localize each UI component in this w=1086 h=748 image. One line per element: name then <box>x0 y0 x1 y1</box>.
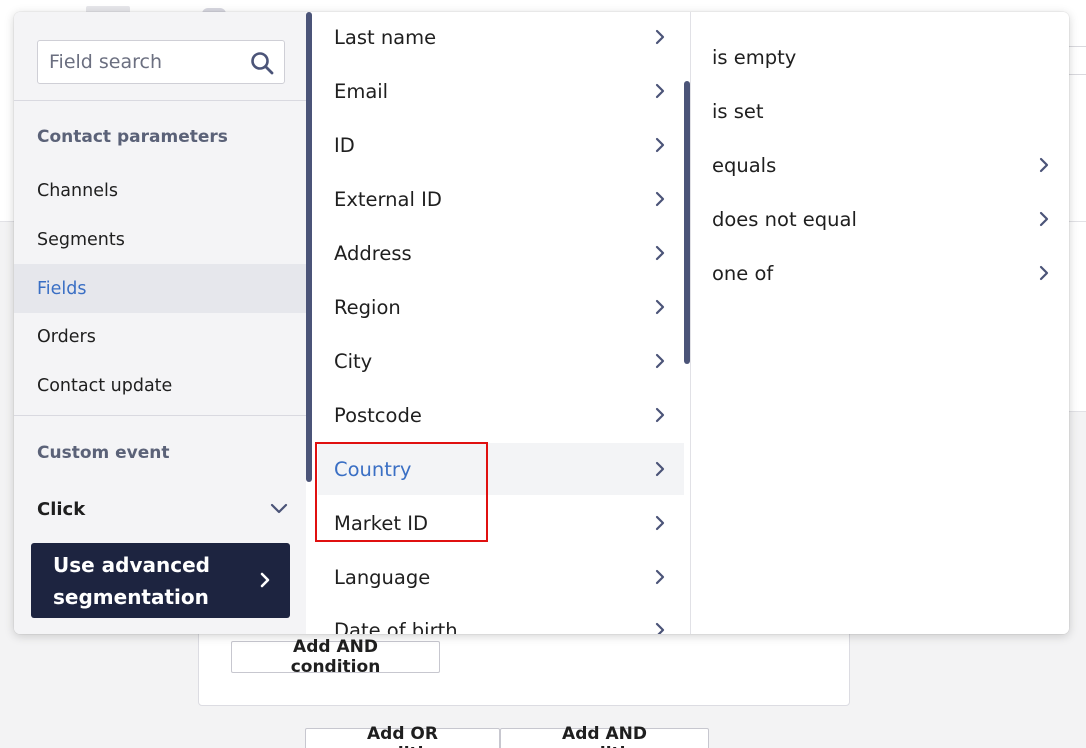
operator-label: one of <box>712 261 774 285</box>
sidebar-item-label: Orders <box>37 326 96 347</box>
operator-label: does not equal <box>712 207 857 231</box>
field-label: Language <box>334 565 431 589</box>
field-label: Market ID <box>334 511 428 535</box>
field-label: ID <box>334 133 355 157</box>
custom-event-heading: Custom event <box>37 443 170 463</box>
field-item-country[interactable]: Country <box>318 443 684 495</box>
sidebar-item-channels[interactable]: Channels <box>14 166 306 215</box>
search-icon[interactable] <box>250 51 274 75</box>
background-panel <box>1068 222 1086 412</box>
field-item-email[interactable]: Email <box>318 65 684 117</box>
operator-is-empty[interactable]: is empty <box>692 31 1069 83</box>
sidebar-item-label: Fields <box>37 278 87 299</box>
add-or-condition-button[interactable]: Add OR condition <box>305 724 500 748</box>
sidebar-item-label: Contact update <box>37 375 173 396</box>
chevron-right-icon <box>655 245 665 261</box>
field-search-input[interactable] <box>38 41 238 83</box>
chevron-right-icon <box>655 407 665 423</box>
field-item-external-id[interactable]: External ID <box>318 173 684 225</box>
field-item-date-of-birth[interactable]: Date of birth <box>318 604 684 634</box>
field-label: City <box>334 349 373 373</box>
operators-panel: is empty is set equals does not equal on… <box>692 12 1069 634</box>
chevron-down-icon <box>270 503 288 514</box>
advanced-button-label-line2: segmentation <box>53 585 209 609</box>
background-divider <box>1068 46 1086 47</box>
add-and-condition-button[interactable]: Add AND condition <box>500 724 709 748</box>
chevron-right-icon <box>260 572 270 588</box>
use-advanced-segmentation-button[interactable]: Use advanced segmentation <box>31 543 290 618</box>
chevron-right-icon <box>655 29 665 45</box>
operator-label: equals <box>712 153 777 177</box>
operator-equals[interactable]: equals <box>692 139 1069 191</box>
field-label: Email <box>334 79 389 103</box>
field-label: Last name <box>334 25 437 49</box>
field-item-city[interactable]: City <box>318 335 684 387</box>
sidebar-item-label: Channels <box>37 180 118 201</box>
field-item-postcode[interactable]: Postcode <box>318 389 684 441</box>
field-label: Date of birth <box>334 618 458 635</box>
field-item-address[interactable]: Address <box>318 227 684 279</box>
fields-scrollbar[interactable] <box>684 81 690 364</box>
chevron-right-icon <box>655 461 665 477</box>
divider <box>14 415 306 416</box>
field-label: Address <box>334 241 412 265</box>
field-label: Postcode <box>334 403 422 427</box>
field-item-last-name[interactable]: Last name <box>318 12 684 63</box>
field-picker-popup: Contact parameters Channels Segments Fie… <box>14 12 1069 634</box>
click-event-label: Click <box>37 498 86 520</box>
field-item-market-id[interactable]: Market ID <box>318 497 684 549</box>
chevron-right-icon <box>655 299 665 315</box>
operator-does-not-equal[interactable]: does not equal <box>692 193 1069 245</box>
chevron-right-icon <box>1039 211 1049 227</box>
chevron-right-icon <box>1039 157 1049 173</box>
field-label: Country <box>334 457 412 481</box>
chevron-right-icon <box>655 137 665 153</box>
chevron-right-icon <box>655 515 665 531</box>
sidebar-item-fields[interactable]: Fields <box>14 264 306 313</box>
operator-one-of[interactable]: one of <box>692 247 1069 299</box>
operator-label: is set <box>712 99 764 123</box>
chevron-right-icon <box>1039 265 1049 281</box>
sidebar-item-orders[interactable]: Orders <box>14 312 306 361</box>
sidebar-item-label: Segments <box>37 229 125 250</box>
chevron-right-icon <box>655 622 665 634</box>
field-label: Region <box>334 295 401 319</box>
operator-is-set[interactable]: is set <box>692 85 1069 137</box>
divider <box>14 100 306 101</box>
field-item-id[interactable]: ID <box>318 119 684 171</box>
field-item-language[interactable]: Language <box>318 551 684 603</box>
field-item-region[interactable]: Region <box>318 281 684 333</box>
contact-parameters-heading: Contact parameters <box>37 127 228 147</box>
chevron-right-icon <box>655 353 665 369</box>
add-and-condition-button[interactable]: Add AND condition <box>231 637 440 677</box>
category-panel: Contact parameters Channels Segments Fie… <box>14 12 306 634</box>
sidebar-item-contact-update[interactable]: Contact update <box>14 361 306 410</box>
chevron-right-icon <box>655 569 665 585</box>
chevron-right-icon <box>655 191 665 207</box>
search-box <box>37 40 285 84</box>
background-divider <box>1068 74 1086 75</box>
chevron-right-icon <box>655 83 665 99</box>
click-event-dropdown[interactable]: Click <box>14 488 306 530</box>
sidebar-item-segments[interactable]: Segments <box>14 215 306 264</box>
field-label: External ID <box>334 187 442 211</box>
advanced-button-label-line1: Use advanced <box>53 553 210 577</box>
operator-label: is empty <box>712 45 797 69</box>
